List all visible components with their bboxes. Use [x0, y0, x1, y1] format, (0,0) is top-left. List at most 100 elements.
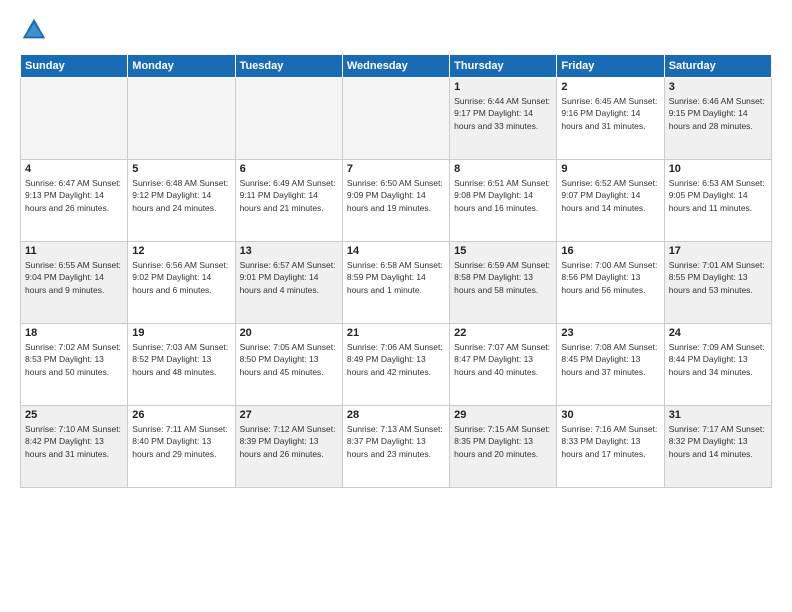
day-cell: 3 Sunrise: 6:46 AM Sunset: 9:15 PM Daylig… — [664, 78, 771, 160]
day-number: 6 — [240, 163, 338, 175]
day-number: 23 — [561, 327, 659, 339]
logo-icon — [20, 16, 48, 44]
page: SundayMondayTuesdayWednesdayThursdayFrid… — [0, 0, 792, 612]
day-cell: 29Sunrise: 7:15 AM Sunset: 8:35 PM Dayli… — [450, 406, 557, 488]
day-info: Sunrise: 7:07 AM Sunset: 8:47 PM Dayligh… — [454, 341, 552, 378]
day-cell: 11 Sunrise: 6:55 AM Sunset: 9:04 PM Dayli… — [21, 242, 128, 324]
day-info: Sunrise: 7:00 AM Sunset: 8:56 PM Dayligh… — [561, 259, 659, 296]
day-info: Sunrise: 6:46 AM Sunset: 9:15 PM Dayligh… — [669, 95, 767, 132]
day-cell: 31 Sunrise: 7:17 AM Sunset: 8:32 PM Dayli… — [664, 406, 771, 488]
day-cell: 7 Sunrise: 6:50 AM Sunset: 9:09 PM Daylig… — [342, 160, 449, 242]
day-number: 22 — [454, 327, 552, 339]
day-number: 2 — [561, 81, 659, 93]
day-info: Sunrise: 7:10 AM Sunset: 8:42 PM Dayligh… — [25, 423, 123, 460]
day-number: 28 — [347, 409, 445, 421]
day-number: 14 — [347, 245, 445, 257]
day-number: 1 — [454, 81, 552, 93]
day-number: 27 — [240, 409, 338, 421]
day-info: Sunrise: 7:02 AM Sunset: 8:53 PM Dayligh… — [25, 341, 123, 378]
day-cell: 20Sunrise: 7:05 AM Sunset: 8:50 PM Dayli… — [235, 324, 342, 406]
day-info: Sunrise: 7:11 AM Sunset: 8:40 PM Dayligh… — [132, 423, 230, 460]
week-row-1: 4 Sunrise: 6:47 AM Sunset: 9:13 PM Daylig… — [21, 160, 772, 242]
day-cell: 17 Sunrise: 7:01 AM Sunset: 8:55 PM Dayli… — [664, 242, 771, 324]
logo — [20, 16, 52, 44]
weekday-header-wednesday: Wednesday — [342, 55, 449, 78]
day-cell — [21, 78, 128, 160]
week-row-3: 18 Sunrise: 7:02 AM Sunset: 8:53 PM Dayli… — [21, 324, 772, 406]
day-number: 12 — [132, 245, 230, 257]
day-cell: 9 Sunrise: 6:52 AM Sunset: 9:07 PM Daylig… — [557, 160, 664, 242]
header — [20, 16, 772, 44]
day-number: 20 — [240, 327, 338, 339]
day-number: 4 — [25, 163, 123, 175]
day-number: 17 — [669, 245, 767, 257]
day-info: Sunrise: 6:58 AM Sunset: 8:59 PM Dayligh… — [347, 259, 445, 296]
day-info: Sunrise: 7:01 AM Sunset: 8:55 PM Dayligh… — [669, 259, 767, 296]
day-info: Sunrise: 6:49 AM Sunset: 9:11 PM Dayligh… — [240, 177, 338, 214]
weekday-header-friday: Friday — [557, 55, 664, 78]
calendar: SundayMondayTuesdayWednesdayThursdayFrid… — [20, 54, 772, 488]
day-cell: 13 Sunrise: 6:57 AM Sunset: 9:01 PM Dayli… — [235, 242, 342, 324]
day-info: Sunrise: 6:47 AM Sunset: 9:13 PM Dayligh… — [25, 177, 123, 214]
day-cell: 6 Sunrise: 6:49 AM Sunset: 9:11 PM Daylig… — [235, 160, 342, 242]
day-info: Sunrise: 7:16 AM Sunset: 8:33 PM Dayligh… — [561, 423, 659, 460]
day-info: Sunrise: 7:03 AM Sunset: 8:52 PM Dayligh… — [132, 341, 230, 378]
day-number: 10 — [669, 163, 767, 175]
weekday-header-row: SundayMondayTuesdayWednesdayThursdayFrid… — [21, 55, 772, 78]
day-number: 5 — [132, 163, 230, 175]
day-cell: 26 Sunrise: 7:11 AM Sunset: 8:40 PM Dayli… — [128, 406, 235, 488]
day-number: 18 — [25, 327, 123, 339]
day-cell: 14 Sunrise: 6:58 AM Sunset: 8:59 PM Dayli… — [342, 242, 449, 324]
week-row-2: 11 Sunrise: 6:55 AM Sunset: 9:04 PM Dayli… — [21, 242, 772, 324]
day-info: Sunrise: 7:06 AM Sunset: 8:49 PM Dayligh… — [347, 341, 445, 378]
day-info: Sunrise: 6:55 AM Sunset: 9:04 PM Dayligh… — [25, 259, 123, 296]
day-cell: 25 Sunrise: 7:10 AM Sunset: 8:42 PM Dayli… — [21, 406, 128, 488]
day-cell: 23 Sunrise: 7:08 AM Sunset: 8:45 PM Dayli… — [557, 324, 664, 406]
day-info: Sunrise: 6:48 AM Sunset: 9:12 PM Dayligh… — [132, 177, 230, 214]
day-number: 25 — [25, 409, 123, 421]
day-info: Sunrise: 7:17 AM Sunset: 8:32 PM Dayligh… — [669, 423, 767, 460]
day-number: 13 — [240, 245, 338, 257]
day-number: 16 — [561, 245, 659, 257]
day-cell: 19 Sunrise: 7:03 AM Sunset: 8:52 PM Dayli… — [128, 324, 235, 406]
day-info: Sunrise: 6:44 AM Sunset: 9:17 PM Dayligh… — [454, 95, 552, 132]
day-cell: 4 Sunrise: 6:47 AM Sunset: 9:13 PM Daylig… — [21, 160, 128, 242]
day-number: 31 — [669, 409, 767, 421]
day-cell: 2 Sunrise: 6:45 AM Sunset: 9:16 PM Daylig… — [557, 78, 664, 160]
day-cell: 24Sunrise: 7:09 AM Sunset: 8:44 PM Dayli… — [664, 324, 771, 406]
day-info: Sunrise: 6:51 AM Sunset: 9:08 PM Dayligh… — [454, 177, 552, 214]
day-cell: 16 Sunrise: 7:00 AM Sunset: 8:56 PM Dayli… — [557, 242, 664, 324]
day-info: Sunrise: 6:57 AM Sunset: 9:01 PM Dayligh… — [240, 259, 338, 296]
week-row-4: 25 Sunrise: 7:10 AM Sunset: 8:42 PM Dayli… — [21, 406, 772, 488]
day-cell: 10Sunrise: 6:53 AM Sunset: 9:05 PM Dayli… — [664, 160, 771, 242]
day-number: 8 — [454, 163, 552, 175]
day-info: Sunrise: 6:59 AM Sunset: 8:58 PM Dayligh… — [454, 259, 552, 296]
day-number: 3 — [669, 81, 767, 93]
day-cell: 18 Sunrise: 7:02 AM Sunset: 8:53 PM Dayli… — [21, 324, 128, 406]
day-number: 11 — [25, 245, 123, 257]
day-number: 30 — [561, 409, 659, 421]
day-cell: 27Sunrise: 7:12 AM Sunset: 8:39 PM Dayli… — [235, 406, 342, 488]
day-number: 26 — [132, 409, 230, 421]
day-number: 7 — [347, 163, 445, 175]
day-cell — [342, 78, 449, 160]
day-cell — [235, 78, 342, 160]
day-number: 9 — [561, 163, 659, 175]
day-info: Sunrise: 7:15 AM Sunset: 8:35 PM Dayligh… — [454, 423, 552, 460]
day-cell: 22 Sunrise: 7:07 AM Sunset: 8:47 PM Dayli… — [450, 324, 557, 406]
day-info: Sunrise: 6:45 AM Sunset: 9:16 PM Dayligh… — [561, 95, 659, 132]
day-number: 15 — [454, 245, 552, 257]
day-number: 19 — [132, 327, 230, 339]
day-cell: 28Sunrise: 7:13 AM Sunset: 8:37 PM Dayli… — [342, 406, 449, 488]
weekday-header-sunday: Sunday — [21, 55, 128, 78]
day-info: Sunrise: 7:08 AM Sunset: 8:45 PM Dayligh… — [561, 341, 659, 378]
day-info: Sunrise: 6:52 AM Sunset: 9:07 PM Dayligh… — [561, 177, 659, 214]
day-cell: 1 Sunrise: 6:44 AM Sunset: 9:17 PM Daylig… — [450, 78, 557, 160]
day-cell: 30 Sunrise: 7:16 AM Sunset: 8:33 PM Dayli… — [557, 406, 664, 488]
day-cell: 15 Sunrise: 6:59 AM Sunset: 8:58 PM Dayli… — [450, 242, 557, 324]
day-info: Sunrise: 6:50 AM Sunset: 9:09 PM Dayligh… — [347, 177, 445, 214]
day-cell: 5 Sunrise: 6:48 AM Sunset: 9:12 PM Daylig… — [128, 160, 235, 242]
weekday-header-thursday: Thursday — [450, 55, 557, 78]
day-cell: 21Sunrise: 7:06 AM Sunset: 8:49 PM Dayli… — [342, 324, 449, 406]
weekday-header-tuesday: Tuesday — [235, 55, 342, 78]
